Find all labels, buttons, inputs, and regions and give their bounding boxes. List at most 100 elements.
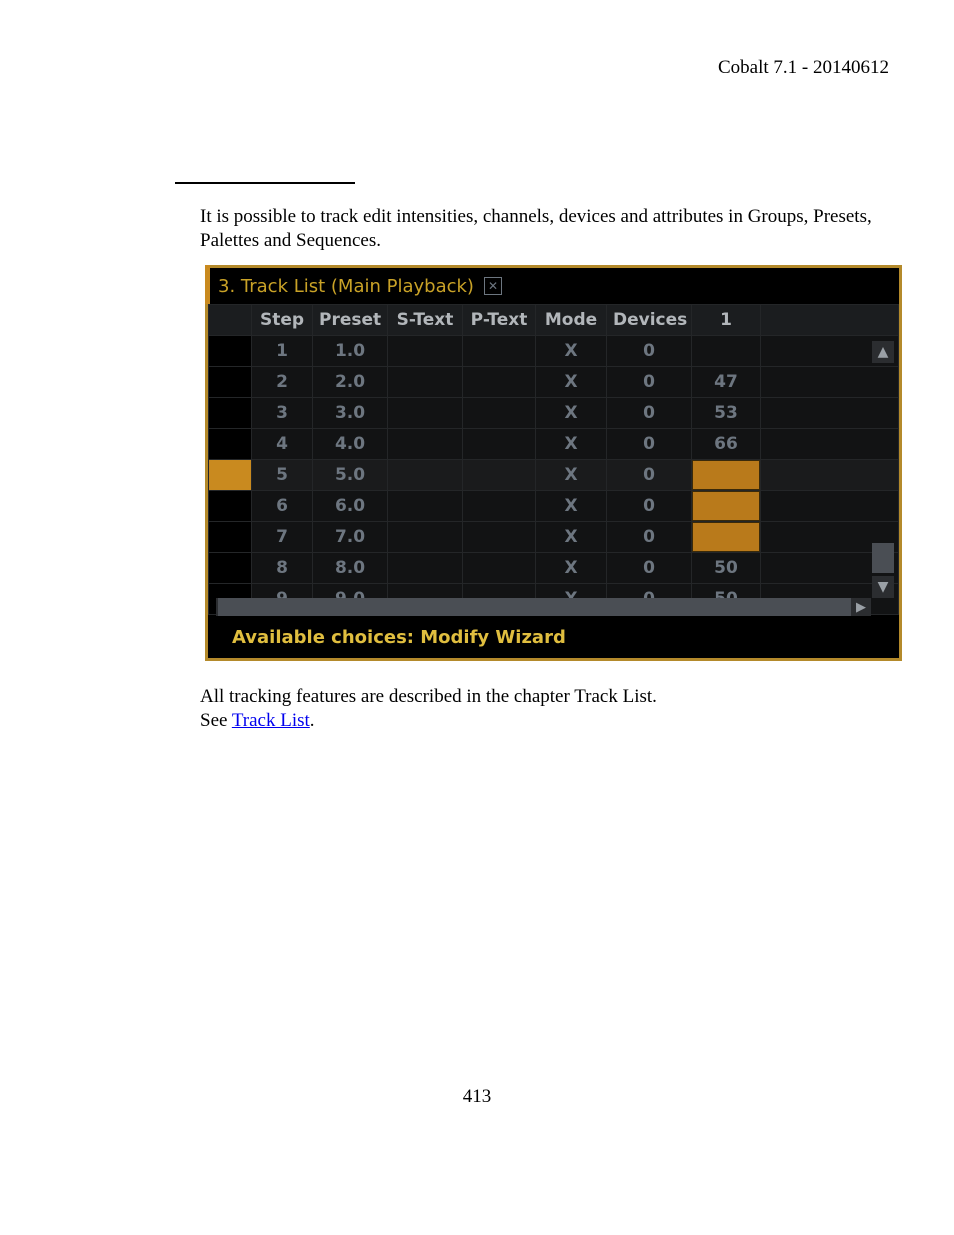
cell-ptext[interactable] bbox=[463, 460, 536, 491]
table-row[interactable]: 44.0 X066 bbox=[209, 429, 899, 460]
table-row[interactable]: 11.0 X0 bbox=[209, 336, 899, 367]
followup-paragraph: All tracking features are described in t… bbox=[200, 685, 890, 733]
followup-line1: All tracking features are described in t… bbox=[200, 686, 657, 707]
cell-value[interactable] bbox=[692, 491, 761, 522]
cell-preset[interactable]: 7.0 bbox=[313, 522, 388, 553]
cell-step[interactable]: 7 bbox=[252, 522, 313, 553]
cell-devices[interactable]: 0 bbox=[607, 460, 692, 491]
cell-value[interactable]: 66 bbox=[692, 429, 761, 460]
column-step[interactable]: Step bbox=[252, 305, 313, 336]
row-marker bbox=[209, 367, 252, 398]
cell-preset[interactable]: 1.0 bbox=[313, 336, 388, 367]
cell-devices[interactable]: 0 bbox=[607, 398, 692, 429]
cell-rest bbox=[761, 398, 899, 429]
cell-value[interactable]: 50 bbox=[692, 553, 761, 584]
window-title: 3. Track List (Main Playback) bbox=[208, 276, 474, 297]
column-stext[interactable]: S-Text bbox=[388, 305, 463, 336]
row-marker bbox=[209, 460, 252, 491]
cell-mode[interactable]: X bbox=[536, 553, 607, 584]
cell-stext[interactable] bbox=[388, 553, 463, 584]
row-marker bbox=[209, 398, 252, 429]
column-ptext[interactable]: P-Text bbox=[463, 305, 536, 336]
cell-step[interactable]: 5 bbox=[252, 460, 313, 491]
close-icon[interactable]: ✕ bbox=[484, 277, 502, 295]
cell-preset[interactable]: 5.0 bbox=[313, 460, 388, 491]
cell-step[interactable]: 6 bbox=[252, 491, 313, 522]
cell-mode[interactable]: X bbox=[536, 460, 607, 491]
cell-stext[interactable] bbox=[388, 367, 463, 398]
table-row[interactable]: 55.0 X0 bbox=[209, 460, 899, 491]
table-row[interactable]: 66.0 X0 bbox=[209, 491, 899, 522]
cell-stext[interactable] bbox=[388, 336, 463, 367]
cell-devices[interactable]: 0 bbox=[607, 522, 692, 553]
scroll-up-icon[interactable]: ▲ bbox=[872, 341, 894, 363]
cell-ptext[interactable] bbox=[463, 367, 536, 398]
hscroll-track[interactable] bbox=[218, 598, 869, 616]
cell-stext[interactable] bbox=[388, 460, 463, 491]
cell-rest bbox=[761, 429, 899, 460]
cell-value[interactable] bbox=[692, 460, 761, 491]
table-row[interactable]: 77.0 X0 bbox=[209, 522, 899, 553]
section-divider bbox=[175, 182, 355, 184]
cell-stext[interactable] bbox=[388, 491, 463, 522]
cell-step[interactable]: 2 bbox=[252, 367, 313, 398]
cell-rest bbox=[761, 491, 899, 522]
cell-devices[interactable]: 0 bbox=[607, 491, 692, 522]
cell-ptext[interactable] bbox=[463, 491, 536, 522]
scroll-right-icon[interactable]: ▶ bbox=[851, 598, 871, 616]
cell-step[interactable]: 1 bbox=[252, 336, 313, 367]
column-devices[interactable]: Devices bbox=[607, 305, 692, 336]
titlebar-accent bbox=[205, 265, 210, 304]
cell-devices[interactable]: 0 bbox=[607, 429, 692, 460]
row-marker bbox=[209, 336, 252, 367]
footer-message: Available choices: Modify Wizard bbox=[232, 627, 566, 648]
cell-mode[interactable]: X bbox=[536, 491, 607, 522]
cell-step[interactable]: 3 bbox=[252, 398, 313, 429]
cell-mode[interactable]: X bbox=[536, 522, 607, 553]
track-table[interactable]: Step Preset S-Text P-Text Mode Devices 1… bbox=[208, 304, 899, 615]
cell-mode[interactable]: X bbox=[536, 336, 607, 367]
cell-preset[interactable]: 3.0 bbox=[313, 398, 388, 429]
scroll-down-icon[interactable]: ▼ bbox=[872, 576, 894, 598]
cell-value[interactable] bbox=[692, 522, 761, 553]
column-preset[interactable]: Preset bbox=[313, 305, 388, 336]
cell-devices[interactable]: 0 bbox=[607, 367, 692, 398]
cell-devices[interactable]: 0 bbox=[607, 336, 692, 367]
cell-mode[interactable]: X bbox=[536, 398, 607, 429]
cell-devices[interactable]: 0 bbox=[607, 553, 692, 584]
cell-stext[interactable] bbox=[388, 429, 463, 460]
cell-preset[interactable]: 8.0 bbox=[313, 553, 388, 584]
intro-paragraph: It is possible to track edit intensities… bbox=[200, 205, 890, 253]
followup-period: . bbox=[310, 710, 315, 731]
cell-stext[interactable] bbox=[388, 398, 463, 429]
cell-step[interactable]: 8 bbox=[252, 553, 313, 584]
cell-ptext[interactable] bbox=[463, 522, 536, 553]
row-marker bbox=[209, 522, 252, 553]
cell-value[interactable]: 47 bbox=[692, 367, 761, 398]
track-list-link[interactable]: Track List bbox=[232, 710, 310, 731]
cell-ptext[interactable] bbox=[463, 429, 536, 460]
cell-value[interactable] bbox=[692, 336, 761, 367]
column-rest bbox=[761, 305, 899, 336]
column-value-1[interactable]: 1 bbox=[692, 305, 761, 336]
cell-rest bbox=[761, 460, 899, 491]
cell-step[interactable]: 4 bbox=[252, 429, 313, 460]
cell-ptext[interactable] bbox=[463, 553, 536, 584]
column-marker bbox=[209, 305, 252, 336]
cell-ptext[interactable] bbox=[463, 398, 536, 429]
cell-stext[interactable] bbox=[388, 522, 463, 553]
cell-preset[interactable]: 6.0 bbox=[313, 491, 388, 522]
titlebar: 3. Track List (Main Playback) ✕ bbox=[208, 268, 899, 304]
cell-mode[interactable]: X bbox=[536, 367, 607, 398]
cell-value[interactable]: 53 bbox=[692, 398, 761, 429]
page-header: Cobalt 7.1 - 20140612 bbox=[718, 57, 889, 79]
scroll-thumb[interactable] bbox=[872, 543, 894, 573]
column-mode[interactable]: Mode bbox=[536, 305, 607, 336]
table-row[interactable]: 88.0 X050 bbox=[209, 553, 899, 584]
cell-preset[interactable]: 4.0 bbox=[313, 429, 388, 460]
table-row[interactable]: 33.0 X053 bbox=[209, 398, 899, 429]
cell-preset[interactable]: 2.0 bbox=[313, 367, 388, 398]
table-row[interactable]: 22.0 X047 bbox=[209, 367, 899, 398]
cell-mode[interactable]: X bbox=[536, 429, 607, 460]
cell-ptext[interactable] bbox=[463, 336, 536, 367]
